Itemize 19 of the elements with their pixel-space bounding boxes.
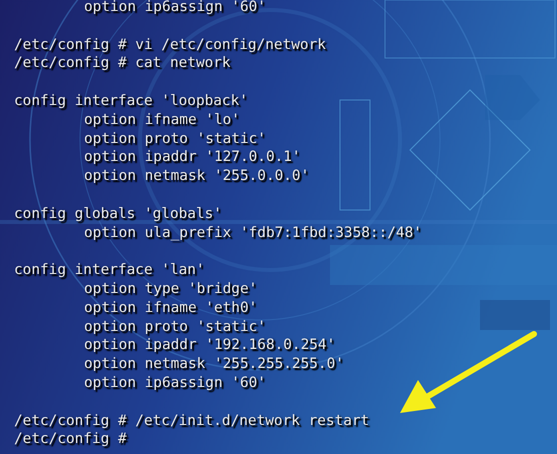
terminal-line: /etc/config # [14,430,127,450]
terminal-line: config interface 'lan' [14,261,205,280]
terminal-line: option ip6assign '60' [84,0,266,17]
terminal-line: option ula_prefix 'fdb7:1fbd:3358::/48' [84,224,422,242]
terminal-line: /etc/config # vi /etc/config/network [14,36,326,54]
terminal-line: option netmask '255.255.255.0' [84,355,344,374]
terminal-line: option proto 'static' [84,130,266,148]
terminal-line: option type 'bridge' [84,280,258,299]
terminal-line: /etc/config # /etc/init.d/network restart [14,412,370,430]
terminal-line: option ipaddr '127.0.0.1' [84,148,301,168]
terminal-line: /etc/config # cat network [14,54,231,74]
terminal-line: config interface 'loopback' [14,92,248,111]
terminal-line: option ipaddr '192.168.0.254' [84,336,336,356]
terminal-line: option ifname 'eth0' [84,298,258,318]
terminal-line: option proto 'static' [84,318,266,336]
terminal-line: config globals 'globals' [14,204,222,224]
terminal-line: option ip6assign '60' [84,374,266,393]
terminal-line: option netmask '255.0.0.0' [84,167,310,186]
terminal-line: option ifname 'lo' [84,110,240,130]
